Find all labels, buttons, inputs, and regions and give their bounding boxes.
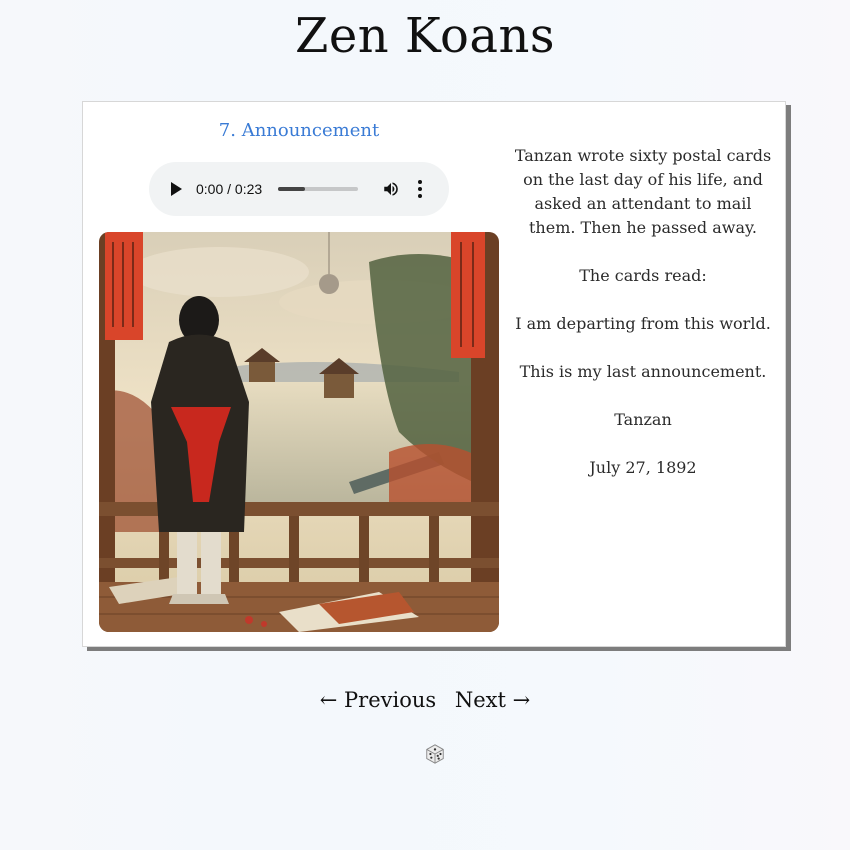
- previous-link[interactable]: ← Previous: [320, 688, 436, 712]
- koan-card: 7. Announcement 0:00 / 0:23 Tanzan wrote…: [82, 101, 786, 647]
- koan-paragraph: This is my last announcement.: [519, 362, 767, 381]
- audio-progress-bar[interactable]: [278, 187, 359, 191]
- koan-paragraph: Tanzan wrote sixty postal cards on the l…: [514, 146, 772, 237]
- koan-signature: Tanzan: [614, 410, 672, 429]
- audio-time: 0:00 / 0:23: [196, 181, 263, 197]
- audio-player[interactable]: 0:00 / 0:23: [149, 162, 449, 216]
- koan-text: Tanzan wrote sixty postal cards on the l…: [513, 144, 773, 504]
- koan-date: July 27, 1892: [589, 458, 697, 477]
- next-link[interactable]: Next →: [455, 688, 530, 712]
- koan-title[interactable]: 7. Announcement: [99, 120, 499, 141]
- dice-icon[interactable]: [424, 743, 446, 765]
- koan-paragraph: The cards read:: [579, 266, 707, 285]
- play-icon[interactable]: [171, 182, 182, 196]
- audio-progress-fill: [278, 187, 305, 191]
- koan-paragraph: I am departing from this world.: [515, 314, 771, 333]
- koan-illustration: [99, 232, 499, 632]
- more-options-icon[interactable]: [418, 180, 423, 198]
- koan-navigation: ← Previous Next →: [0, 688, 850, 712]
- volume-icon[interactable]: [382, 180, 400, 198]
- site-title: Zen Koans: [294, 8, 556, 64]
